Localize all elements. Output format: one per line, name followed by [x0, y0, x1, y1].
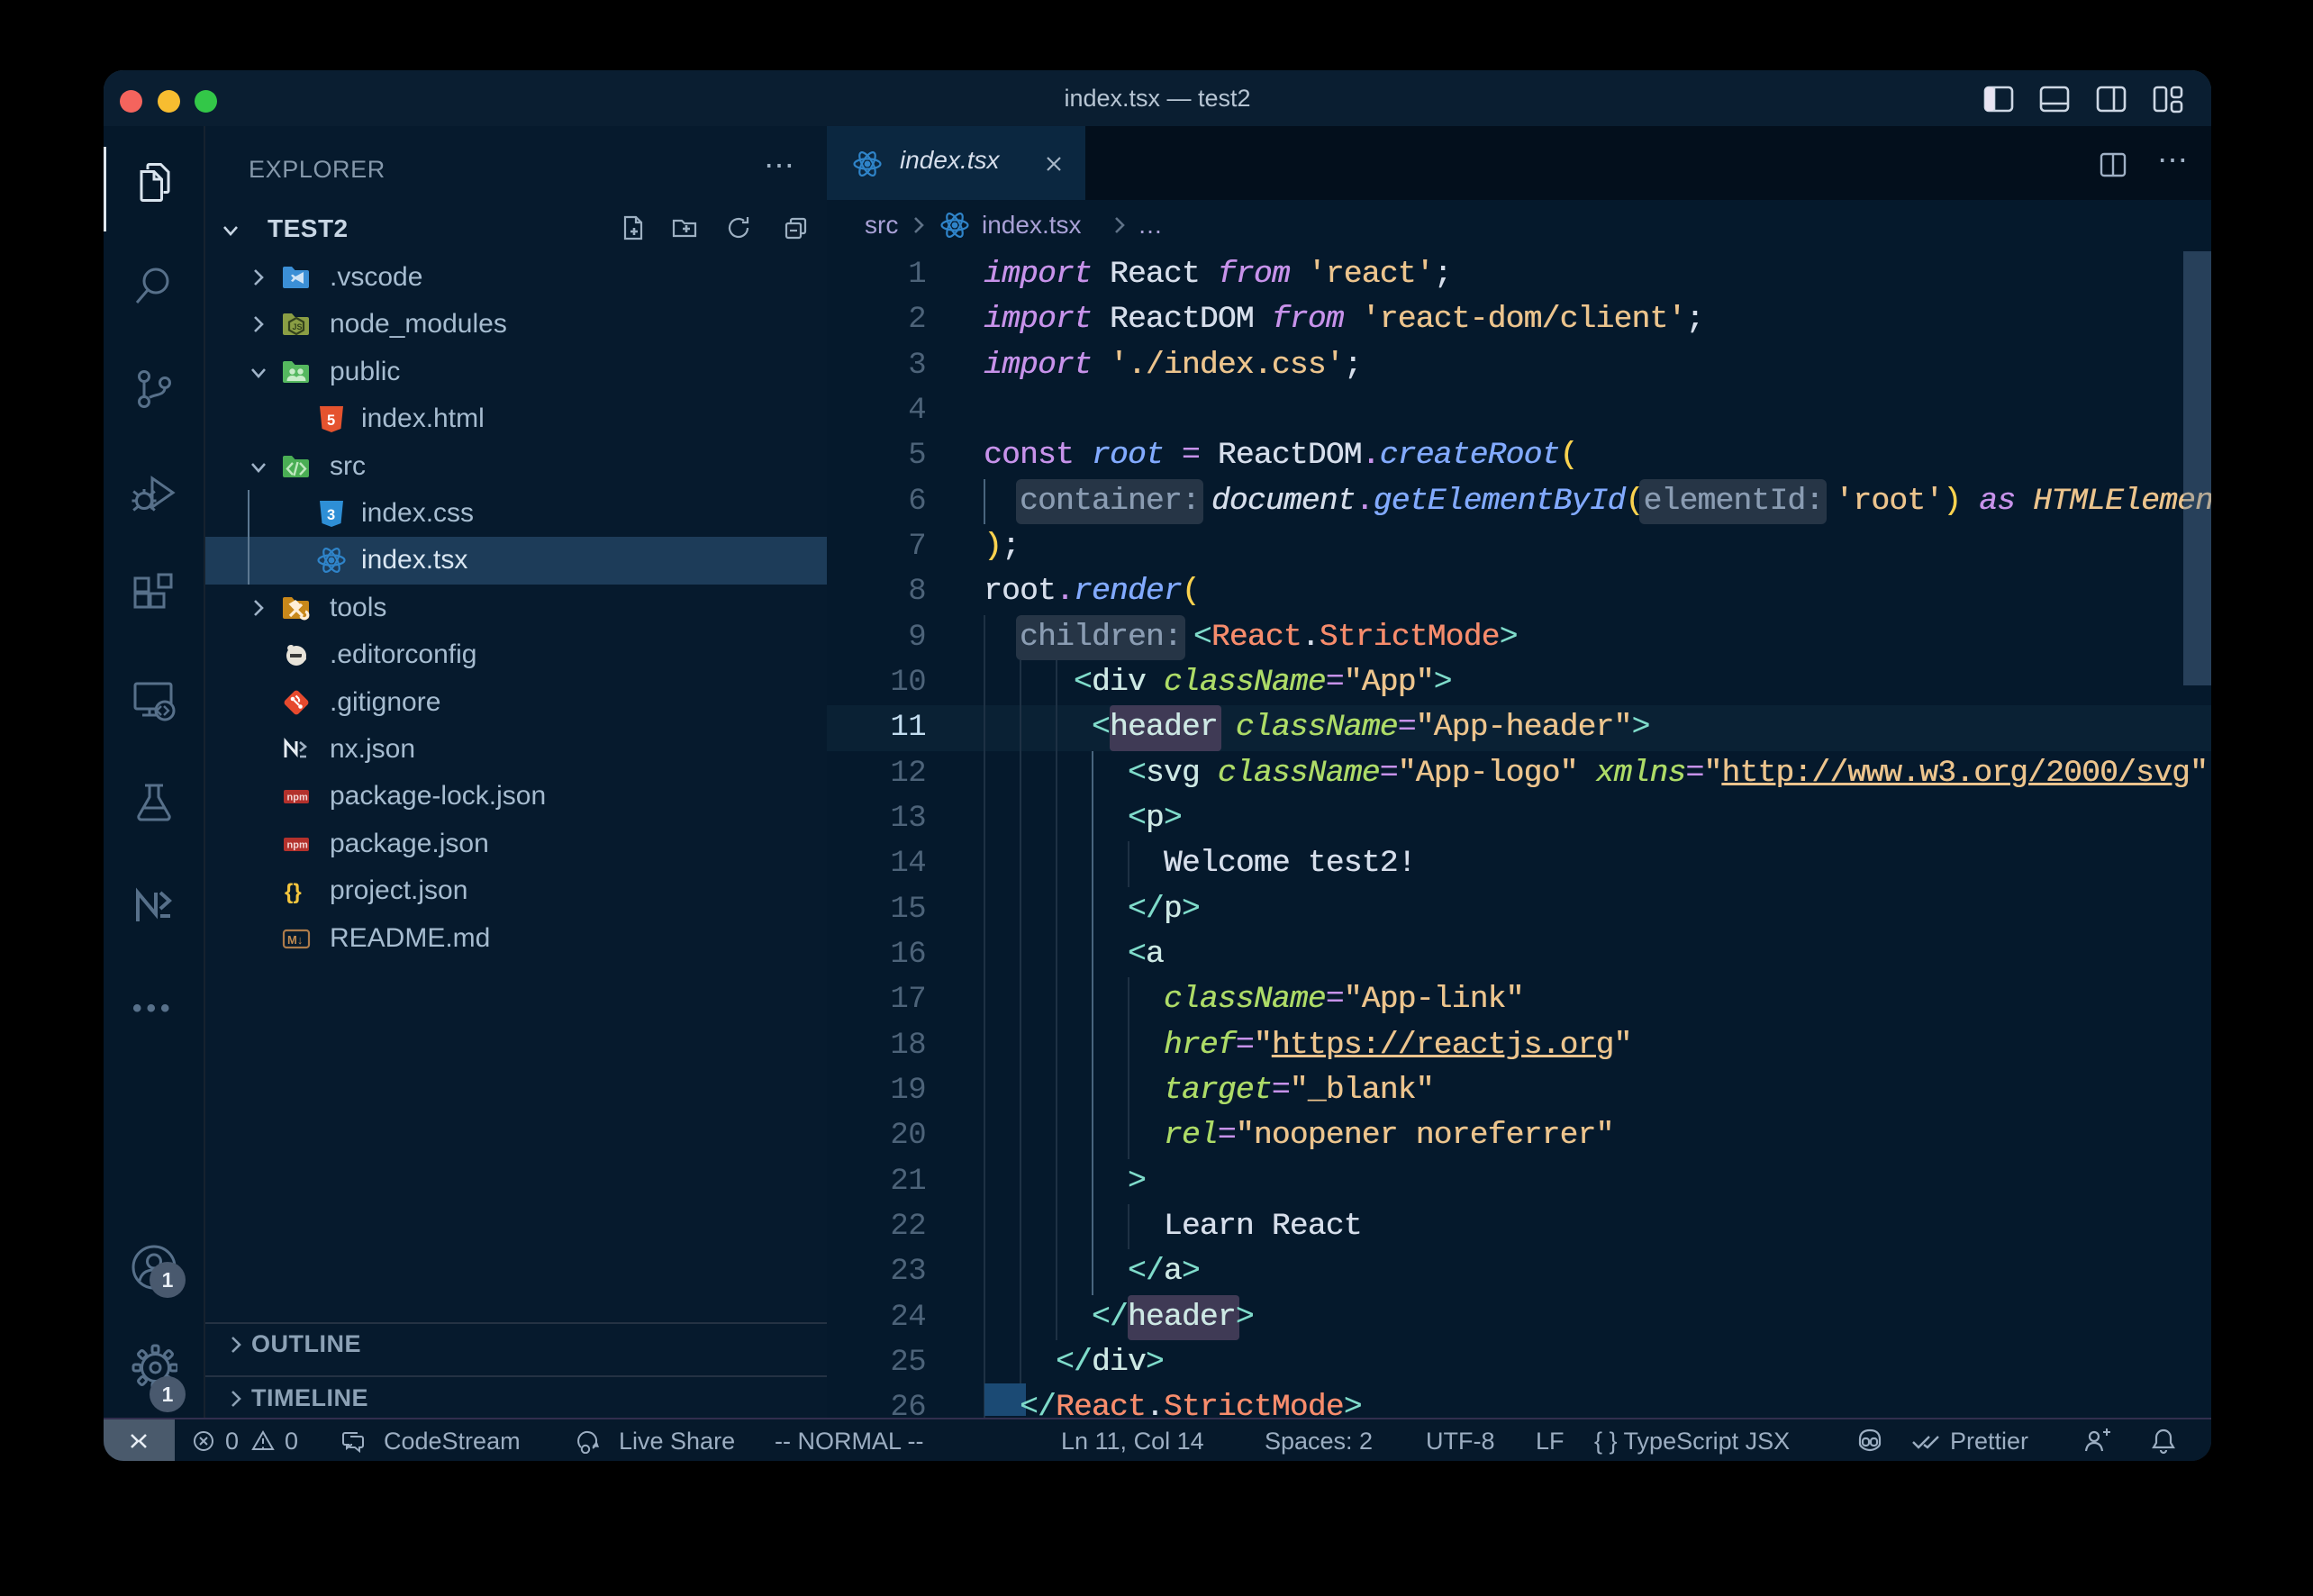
svg-text:3: 3	[327, 507, 335, 523]
svg-text:npm: npm	[287, 839, 308, 850]
svg-text:{}: {}	[285, 880, 302, 904]
svg-text:npm: npm	[287, 793, 308, 803]
svg-text:5: 5	[327, 413, 335, 429]
svg-text:JS: JS	[293, 322, 303, 331]
svg-text:M↓: M↓	[287, 933, 303, 947]
